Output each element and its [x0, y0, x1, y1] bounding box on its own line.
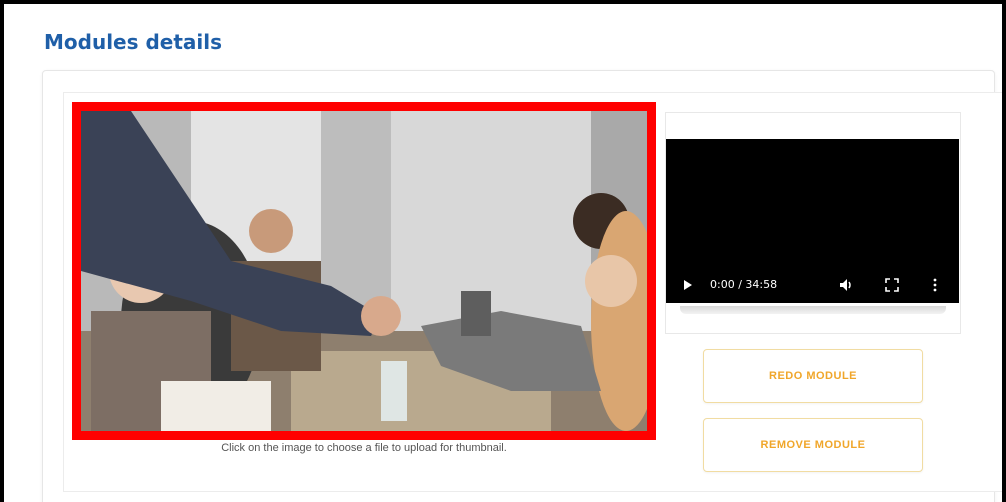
page-title: Modules details	[44, 30, 223, 54]
meeting-handshake-photo	[81, 111, 647, 431]
remove-module-button[interactable]: REMOVE MODULE	[703, 418, 923, 472]
redo-module-button[interactable]: REDO MODULE	[703, 349, 923, 403]
video-time: 0:00 / 34:58	[710, 278, 778, 291]
thumbnail-hint: Click on the image to choose a file to u…	[221, 442, 507, 454]
app-frame: Modules details Click on the image to ch…	[4, 4, 1002, 502]
thumbnail-upload-image[interactable]	[72, 102, 656, 440]
video-progress-track	[680, 306, 946, 314]
fullscreen-icon[interactable]	[885, 278, 899, 292]
volume-icon[interactable]	[838, 277, 854, 293]
more-icon[interactable]	[932, 278, 938, 292]
play-icon[interactable]	[684, 280, 692, 290]
video-controls: 0:00 / 34:58	[666, 275, 959, 295]
video-player[interactable]: 0:00 / 34:58	[666, 139, 959, 303]
